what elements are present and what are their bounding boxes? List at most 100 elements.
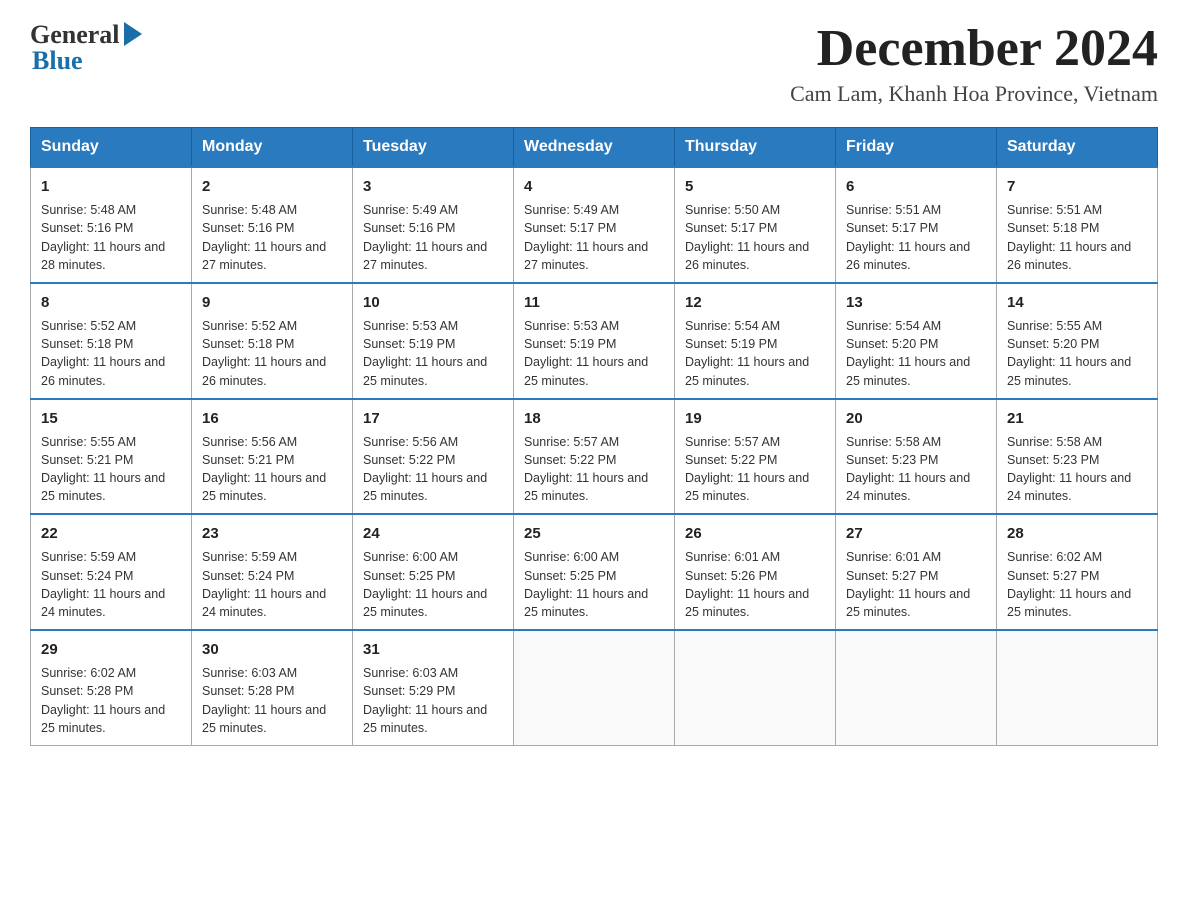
day-info: Sunrise: 6:03 AMSunset: 5:28 PMDaylight:… [202,666,326,735]
calendar-cell: 17 Sunrise: 5:56 AMSunset: 5:22 PMDaylig… [353,399,514,515]
calendar-cell [675,630,836,745]
day-number: 18 [524,408,664,429]
day-number: 12 [685,292,825,313]
logo-arrow-icon [124,22,142,46]
day-info: Sunrise: 6:00 AMSunset: 5:25 PMDaylight:… [363,550,487,619]
calendar-cell: 21 Sunrise: 5:58 AMSunset: 5:23 PMDaylig… [997,399,1158,515]
calendar-cell [997,630,1158,745]
day-number: 8 [41,292,181,313]
day-number: 2 [202,176,342,197]
week-row-4: 22 Sunrise: 5:59 AMSunset: 5:24 PMDaylig… [31,514,1158,630]
calendar-cell: 23 Sunrise: 5:59 AMSunset: 5:24 PMDaylig… [192,514,353,630]
day-info: Sunrise: 5:54 AMSunset: 5:19 PMDaylight:… [685,319,809,388]
calendar-cell: 6 Sunrise: 5:51 AMSunset: 5:17 PMDayligh… [836,167,997,283]
calendar-cell: 22 Sunrise: 5:59 AMSunset: 5:24 PMDaylig… [31,514,192,630]
calendar-header-friday: Friday [836,128,997,168]
calendar-cell: 16 Sunrise: 5:56 AMSunset: 5:21 PMDaylig… [192,399,353,515]
location: Cam Lam, Khanh Hoa Province, Vietnam [790,81,1158,107]
calendar-cell: 3 Sunrise: 5:49 AMSunset: 5:16 PMDayligh… [353,167,514,283]
day-info: Sunrise: 5:48 AMSunset: 5:16 PMDaylight:… [202,203,326,272]
calendar-cell: 9 Sunrise: 5:52 AMSunset: 5:18 PMDayligh… [192,283,353,399]
day-info: Sunrise: 5:54 AMSunset: 5:20 PMDaylight:… [846,319,970,388]
day-number: 31 [363,639,503,660]
calendar-header-row: SundayMondayTuesdayWednesdayThursdayFrid… [31,128,1158,168]
calendar-cell: 15 Sunrise: 5:55 AMSunset: 5:21 PMDaylig… [31,399,192,515]
day-number: 16 [202,408,342,429]
day-info: Sunrise: 5:52 AMSunset: 5:18 PMDaylight:… [41,319,165,388]
logo: General Blue [30,20,142,76]
calendar-cell: 20 Sunrise: 5:58 AMSunset: 5:23 PMDaylig… [836,399,997,515]
day-info: Sunrise: 5:49 AMSunset: 5:17 PMDaylight:… [524,203,648,272]
day-number: 13 [846,292,986,313]
day-info: Sunrise: 5:55 AMSunset: 5:20 PMDaylight:… [1007,319,1131,388]
calendar-cell: 25 Sunrise: 6:00 AMSunset: 5:25 PMDaylig… [514,514,675,630]
day-number: 5 [685,176,825,197]
day-info: Sunrise: 5:58 AMSunset: 5:23 PMDaylight:… [1007,435,1131,504]
calendar-cell: 30 Sunrise: 6:03 AMSunset: 5:28 PMDaylig… [192,630,353,745]
calendar-cell: 24 Sunrise: 6:00 AMSunset: 5:25 PMDaylig… [353,514,514,630]
calendar-cell: 5 Sunrise: 5:50 AMSunset: 5:17 PMDayligh… [675,167,836,283]
week-row-5: 29 Sunrise: 6:02 AMSunset: 5:28 PMDaylig… [31,630,1158,745]
day-info: Sunrise: 5:50 AMSunset: 5:17 PMDaylight:… [685,203,809,272]
day-number: 1 [41,176,181,197]
day-info: Sunrise: 5:59 AMSunset: 5:24 PMDaylight:… [202,550,326,619]
day-number: 19 [685,408,825,429]
day-number: 10 [363,292,503,313]
calendar-cell: 8 Sunrise: 5:52 AMSunset: 5:18 PMDayligh… [31,283,192,399]
calendar-header-monday: Monday [192,128,353,168]
calendar-cell: 2 Sunrise: 5:48 AMSunset: 5:16 PMDayligh… [192,167,353,283]
day-number: 14 [1007,292,1147,313]
calendar-cell [836,630,997,745]
day-number: 15 [41,408,181,429]
calendar-header-wednesday: Wednesday [514,128,675,168]
day-number: 29 [41,639,181,660]
calendar-cell: 11 Sunrise: 5:53 AMSunset: 5:19 PMDaylig… [514,283,675,399]
calendar-header-sunday: Sunday [31,128,192,168]
calendar-cell: 18 Sunrise: 5:57 AMSunset: 5:22 PMDaylig… [514,399,675,515]
day-info: Sunrise: 6:02 AMSunset: 5:27 PMDaylight:… [1007,550,1131,619]
day-info: Sunrise: 6:03 AMSunset: 5:29 PMDaylight:… [363,666,487,735]
day-number: 24 [363,523,503,544]
calendar-cell: 7 Sunrise: 5:51 AMSunset: 5:18 PMDayligh… [997,167,1158,283]
calendar-header-tuesday: Tuesday [353,128,514,168]
calendar-cell: 28 Sunrise: 6:02 AMSunset: 5:27 PMDaylig… [997,514,1158,630]
calendar-cell: 10 Sunrise: 5:53 AMSunset: 5:19 PMDaylig… [353,283,514,399]
calendar-cell: 14 Sunrise: 5:55 AMSunset: 5:20 PMDaylig… [997,283,1158,399]
day-info: Sunrise: 5:53 AMSunset: 5:19 PMDaylight:… [524,319,648,388]
day-info: Sunrise: 6:00 AMSunset: 5:25 PMDaylight:… [524,550,648,619]
week-row-2: 8 Sunrise: 5:52 AMSunset: 5:18 PMDayligh… [31,283,1158,399]
day-info: Sunrise: 6:02 AMSunset: 5:28 PMDaylight:… [41,666,165,735]
day-number: 3 [363,176,503,197]
day-info: Sunrise: 5:58 AMSunset: 5:23 PMDaylight:… [846,435,970,504]
calendar-header-thursday: Thursday [675,128,836,168]
day-info: Sunrise: 6:01 AMSunset: 5:27 PMDaylight:… [846,550,970,619]
month-title: December 2024 [790,20,1158,77]
day-info: Sunrise: 5:51 AMSunset: 5:18 PMDaylight:… [1007,203,1131,272]
calendar-cell: 12 Sunrise: 5:54 AMSunset: 5:19 PMDaylig… [675,283,836,399]
calendar-cell: 4 Sunrise: 5:49 AMSunset: 5:17 PMDayligh… [514,167,675,283]
calendar-cell: 13 Sunrise: 5:54 AMSunset: 5:20 PMDaylig… [836,283,997,399]
day-number: 21 [1007,408,1147,429]
day-info: Sunrise: 5:57 AMSunset: 5:22 PMDaylight:… [685,435,809,504]
day-number: 7 [1007,176,1147,197]
week-row-1: 1 Sunrise: 5:48 AMSunset: 5:16 PMDayligh… [31,167,1158,283]
day-number: 17 [363,408,503,429]
calendar-cell: 31 Sunrise: 6:03 AMSunset: 5:29 PMDaylig… [353,630,514,745]
calendar-cell: 27 Sunrise: 6:01 AMSunset: 5:27 PMDaylig… [836,514,997,630]
week-row-3: 15 Sunrise: 5:55 AMSunset: 5:21 PMDaylig… [31,399,1158,515]
day-info: Sunrise: 5:51 AMSunset: 5:17 PMDaylight:… [846,203,970,272]
calendar-cell: 1 Sunrise: 5:48 AMSunset: 5:16 PMDayligh… [31,167,192,283]
day-number: 25 [524,523,664,544]
day-number: 9 [202,292,342,313]
calendar-cell: 29 Sunrise: 6:02 AMSunset: 5:28 PMDaylig… [31,630,192,745]
day-number: 23 [202,523,342,544]
page-header: General Blue December 2024 Cam Lam, Khan… [30,20,1158,107]
calendar-cell: 26 Sunrise: 6:01 AMSunset: 5:26 PMDaylig… [675,514,836,630]
calendar-header-saturday: Saturday [997,128,1158,168]
day-info: Sunrise: 5:48 AMSunset: 5:16 PMDaylight:… [41,203,165,272]
day-info: Sunrise: 5:52 AMSunset: 5:18 PMDaylight:… [202,319,326,388]
day-number: 22 [41,523,181,544]
day-number: 4 [524,176,664,197]
day-info: Sunrise: 5:55 AMSunset: 5:21 PMDaylight:… [41,435,165,504]
day-info: Sunrise: 5:53 AMSunset: 5:19 PMDaylight:… [363,319,487,388]
